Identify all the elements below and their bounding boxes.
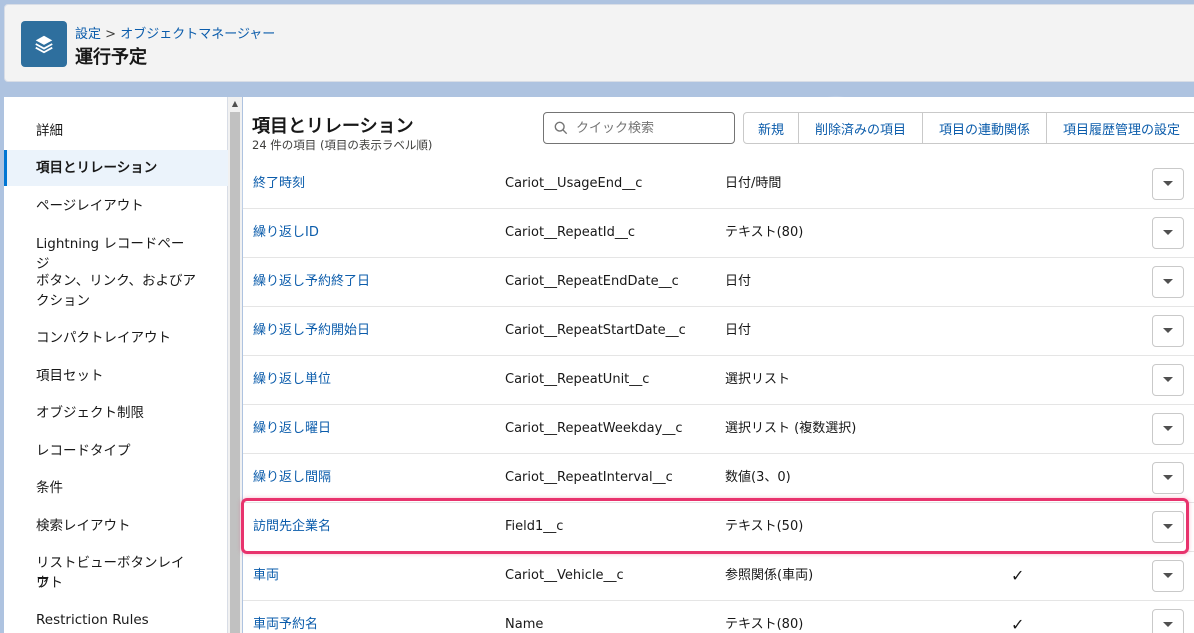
field-history-button[interactable]: 項目履歴管理の設定 [1046,113,1194,143]
sidebar-item-object-limits[interactable]: オブジェクト制限 [4,403,228,423]
field-data-type: 数値(3、0) [725,470,791,485]
breadcrumb-object-manager-link[interactable]: オブジェクトマネージャー [120,27,275,42]
deleted-fields-button[interactable]: 削除済みの項目 [798,113,922,143]
field-data-type: 参照関係(車両) [725,568,814,583]
chevron-down-icon [1163,328,1173,333]
sidebar-item-details[interactable]: 詳細 [4,121,228,141]
field-api-name: Cariot__Vehicle__c [505,568,624,583]
chevron-down-icon [1163,426,1173,431]
row-actions-button[interactable] [1152,511,1184,543]
row-actions-button[interactable] [1152,315,1184,347]
sidebar-item-compact-layouts[interactable]: コンパクトレイアウト [4,328,228,348]
sidebar-item-lightning-record-pages[interactable]: Lightning レコードページ [4,234,228,274]
breadcrumb: 設定 > オブジェクトマネージャー [75,23,275,42]
field-label-link[interactable]: 繰り返し曜日 [253,405,331,453]
sidebar-item-page-layouts[interactable]: ページレイアウト [4,196,228,216]
field-api-name: Cariot__RepeatUnit__c [505,372,650,387]
indexed-check: ✓ [1011,615,1025,633]
sidebar-item-record-types[interactable]: レコードタイプ [4,441,228,461]
sidebar-item-field-sets[interactable]: 項目セット [4,366,228,386]
scroll-up-icon[interactable]: ▲ [228,97,242,111]
table-row: 車両予約名 Name テキスト(80) ✓ [243,601,1194,633]
sidebar-item-buttons-links-actions[interactable]: ボタン、リンク、およびア [4,271,228,291]
field-label-link[interactable]: 車両 [253,552,279,600]
field-api-name: Name [505,617,544,632]
chevron-down-icon [1163,573,1173,578]
sidebar-item-search-layouts[interactable]: 検索レイアウト [4,516,228,536]
chevron-down-icon [1163,181,1173,186]
sidebar-item-restriction-rules[interactable]: Restriction Rules [4,610,228,630]
field-label-link[interactable]: 車両予約名 [253,601,318,633]
action-button-group: 新規 削除済みの項目 項目の連動関係 項目履歴管理の設定 [743,112,1194,144]
sidebar: 詳細 項目とリレーション ページレイアウト Lightning レコードページ … [4,97,228,633]
field-label-link[interactable]: 終了時刻 [253,160,305,208]
table-row: 繰り返しID Cariot__RepeatId__c テキスト(80) [243,209,1194,258]
table-row: 繰り返し間隔 Cariot__RepeatInterval__c 数値(3、0) [243,454,1194,503]
field-label-link[interactable]: 繰り返し予約開始日 [253,307,370,355]
sidebar-item-buttons-links-actions-line2[interactable]: クション [4,291,228,311]
field-data-type: テキスト(80) [725,617,804,632]
field-api-name: Cariot__UsageEnd__c [505,176,643,191]
row-actions-button[interactable] [1152,266,1184,298]
sidebar-scrollbar-thumb[interactable] [230,112,240,633]
new-button[interactable]: 新規 [744,113,798,143]
chevron-down-icon [1163,524,1173,529]
chevron-down-icon [1163,475,1173,480]
row-actions-button[interactable] [1152,217,1184,249]
row-actions-button[interactable] [1152,364,1184,396]
quick-search[interactable] [543,112,735,144]
field-data-type: 選択リスト (複数選択) [725,421,857,436]
breadcrumb-setup-link[interactable]: 設定 [75,27,101,42]
chevron-down-icon [1163,279,1173,284]
section-title: 項目とリレーション [252,116,414,137]
field-data-type: テキスト(50) [725,519,804,534]
table-row: 終了時刻 Cariot__UsageEnd__c 日付/時間 [243,160,1194,209]
field-label-link[interactable]: 繰り返し間隔 [253,454,331,502]
sidebar-item-conditions[interactable]: 条件 [4,478,228,498]
quick-search-input[interactable] [576,120,726,136]
sidebar-item-list-view-button-layout-line2[interactable]: ウト [4,573,228,593]
field-data-type: 日付 [725,323,752,338]
chevron-down-icon [1163,622,1173,627]
field-dependencies-button[interactable]: 項目の連動関係 [922,113,1046,143]
field-data-type: 日付/時間 [725,176,782,191]
field-label-link[interactable]: 訪問先企業名 [253,503,331,551]
row-actions-button[interactable] [1152,413,1184,445]
chevron-down-icon [1163,377,1173,382]
page-title: 運行予定 [75,47,147,68]
table-row: 訪問先企業名 Field1__c テキスト(50) [243,503,1194,552]
table-row: 繰り返し曜日 Cariot__RepeatWeekday__c 選択リスト (複… [243,405,1194,454]
field-api-name: Field1__c [505,519,564,534]
indexed-check: ✓ [1011,566,1025,585]
section-subtitle: 24 件の項目 (項目の表示ラベル順) [252,138,433,152]
row-actions-button[interactable] [1152,560,1184,592]
field-label-link[interactable]: 繰り返し予約終了日 [253,258,370,306]
sidebar-item-fields-relationships[interactable]: 項目とリレーション [4,150,228,186]
field-api-name: Cariot__RepeatWeekday__c [505,421,683,436]
field-api-name: Cariot__RepeatEndDate__c [505,274,679,289]
breadcrumb-separator: > [105,27,117,42]
field-label-link[interactable]: 繰り返しID [253,209,319,257]
field-data-type: テキスト(80) [725,225,804,240]
search-icon [554,121,568,135]
row-actions-button[interactable] [1152,609,1184,633]
layers-icon [21,21,67,67]
field-api-name: Cariot__RepeatInterval__c [505,470,673,485]
field-data-type: 日付 [725,274,752,289]
field-data-type: 選択リスト [725,372,791,387]
page-header: 設定 > オブジェクトマネージャー 運行予定 [4,4,1194,82]
field-api-name: Cariot__RepeatId__c [505,225,636,240]
table-row: 繰り返し単位 Cariot__RepeatUnit__c 選択リスト [243,356,1194,405]
chevron-down-icon [1163,230,1173,235]
table-row: 車両 Cariot__Vehicle__c 参照関係(車両) ✓ [243,552,1194,601]
table-row: 繰り返し予約終了日 Cariot__RepeatEndDate__c 日付 [243,258,1194,307]
field-api-name: Cariot__RepeatStartDate__c [505,323,686,338]
row-actions-button[interactable] [1152,168,1184,200]
field-label-link[interactable]: 繰り返し単位 [253,356,331,404]
table-row: 繰り返し予約開始日 Cariot__RepeatStartDate__c 日付 [243,307,1194,356]
row-actions-button[interactable] [1152,462,1184,494]
